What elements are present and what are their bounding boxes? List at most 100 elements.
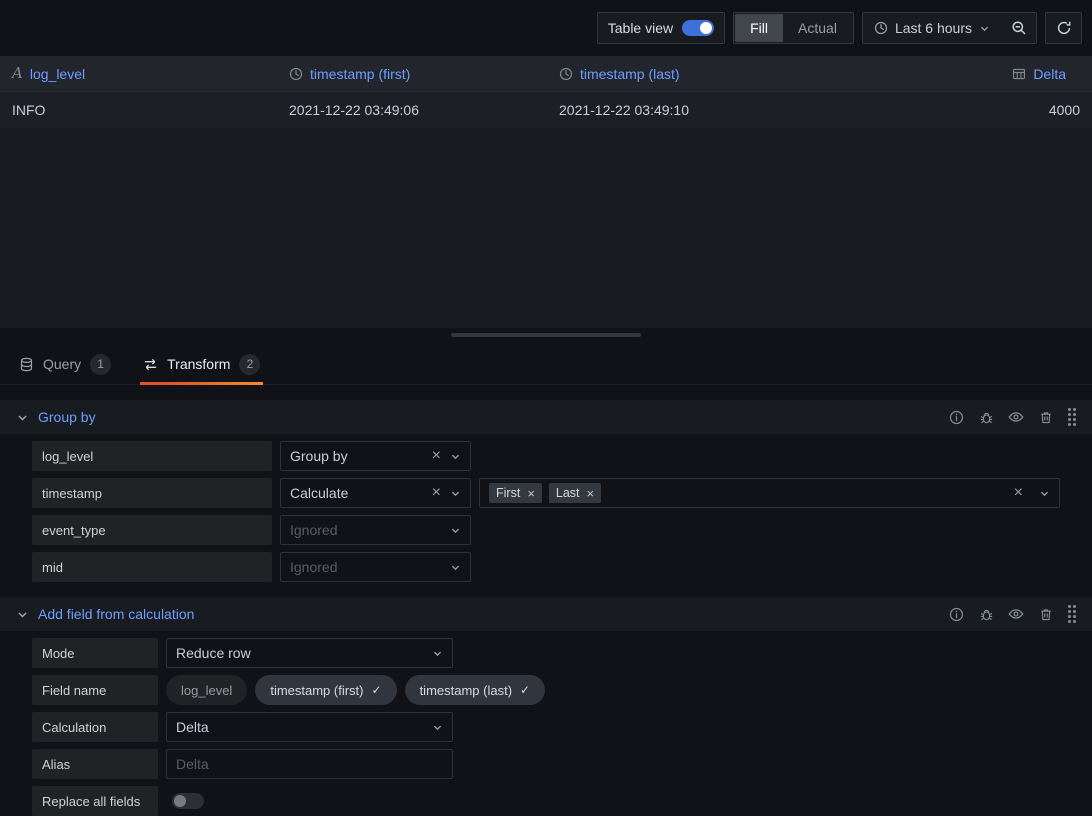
chevron-down-icon [450, 451, 461, 462]
transform-row: timestamp Calculate × First × Last × × [32, 478, 1060, 508]
aggregation-tag-last[interactable]: Last × [548, 483, 602, 503]
column-label: log_level [29, 65, 86, 82]
group-by-select-mid[interactable]: Ignored [280, 552, 471, 582]
select-value: Ignored [290, 522, 338, 538]
pill-label: timestamp (last) [419, 682, 513, 698]
check-icon: ✓ [371, 683, 382, 697]
info-icon[interactable] [948, 606, 964, 622]
pill-timestamp-first[interactable]: timestamp (first) ✓ [255, 675, 397, 705]
column-header-delta[interactable]: Delta [817, 56, 1092, 91]
select-value: Group by [290, 448, 348, 464]
actual-button[interactable]: Actual [783, 14, 852, 42]
remove-tag-icon[interactable]: × [527, 487, 535, 500]
table-view-control[interactable]: Table view [596, 12, 726, 44]
time-controls-group: Last 6 hours [861, 12, 1037, 44]
transform-icon [143, 357, 158, 372]
tab-transform[interactable]: Transform 2 [140, 344, 264, 385]
group-by-select-timestamp[interactable]: Calculate × [280, 478, 471, 508]
chevron-down-icon [1039, 488, 1050, 499]
select-value: Ignored [290, 559, 338, 575]
replace-all-fields-control [166, 786, 204, 816]
calculation-select[interactable]: Delta [166, 712, 453, 742]
select-value: Calculate [290, 485, 349, 501]
table-row: INFO 2021-12-22 03:49:06 2021-12-22 03:4… [0, 92, 1092, 128]
field-label: event_type [32, 515, 272, 545]
refresh-group [1045, 12, 1082, 44]
column-header-timestamp-last[interactable]: timestamp (last) [547, 56, 817, 91]
clear-icon[interactable]: × [1014, 485, 1023, 501]
column-header-log-level[interactable]: A log_level [0, 56, 277, 91]
field-label: timestamp [32, 478, 272, 508]
table-view-label: Table view [607, 20, 674, 36]
editor-tabs: Query 1 Transform 2 [0, 344, 1092, 385]
group-by-header[interactable]: Group by [0, 400, 1092, 434]
remove-tag-icon[interactable]: × [587, 487, 595, 500]
transform-actions [948, 605, 1076, 623]
cell-delta: 4000 [1048, 102, 1080, 118]
column-header-timestamp-first[interactable]: timestamp (first) [277, 56, 547, 91]
panel-resize-handle[interactable] [451, 333, 641, 337]
info-icon[interactable] [948, 409, 964, 425]
chevron-down-icon [450, 525, 461, 536]
table-view-toggle[interactable] [682, 20, 715, 36]
check-icon: ✓ [520, 683, 531, 697]
group-by-select-log-level[interactable]: Group by × [280, 441, 471, 471]
field-label: Calculation [32, 712, 158, 742]
refresh-button[interactable] [1046, 13, 1081, 43]
clock-icon [874, 21, 888, 35]
debug-bug-icon[interactable] [978, 606, 994, 622]
transform-row: log_level Group by × [32, 441, 1060, 471]
transform-row: Replace all fields [32, 786, 1060, 816]
field-label: Replace all fields [32, 786, 158, 816]
pill-log-level[interactable]: log_level [166, 675, 248, 705]
cell-timestamp-last: 2021-12-22 03:49:10 [559, 102, 689, 118]
group-by-select-event-type[interactable]: Ignored [280, 515, 471, 545]
drag-handle-icon[interactable] [1068, 605, 1076, 623]
group-by-rows: log_level Group by × timestamp Calculate… [0, 434, 1092, 582]
transform-row: event_type Ignored [32, 515, 1060, 545]
add-field-rows: Mode Reduce row Field name log_level tim… [0, 631, 1092, 816]
field-label: log_level [32, 441, 272, 471]
time-range-picker[interactable]: Last 6 hours [863, 13, 1001, 43]
column-label: timestamp (first) [310, 65, 411, 82]
drag-handle-icon[interactable] [1068, 408, 1076, 426]
table-grid-icon [1012, 67, 1026, 81]
clock-icon [559, 67, 573, 81]
clear-icon[interactable]: × [432, 485, 441, 501]
debug-bug-icon[interactable] [978, 409, 994, 425]
fill-button[interactable]: Fill [735, 14, 784, 42]
mode-select[interactable]: Reduce row [166, 638, 453, 668]
aggregation-tag-first[interactable]: First × [489, 483, 542, 503]
tag-label: First [496, 486, 521, 500]
eye-icon[interactable] [1008, 606, 1024, 622]
pill-timestamp-last[interactable]: timestamp (last) ✓ [404, 675, 546, 705]
aggregations-multiselect[interactable]: First × Last × × [479, 478, 1060, 508]
trash-icon[interactable] [1038, 606, 1054, 622]
replace-all-fields-toggle[interactable] [172, 793, 204, 809]
transform-title: Add field from calculation [38, 606, 195, 622]
transform-row: Mode Reduce row [32, 638, 1060, 668]
tab-query[interactable]: Query 1 [16, 344, 114, 384]
alias-input[interactable] [166, 749, 453, 779]
add-field-header[interactable]: Add field from calculation [0, 597, 1092, 631]
trash-icon[interactable] [1038, 409, 1054, 425]
transform-actions [948, 408, 1076, 426]
time-range-label: Last 6 hours [894, 20, 972, 36]
column-label: Delta [1033, 65, 1066, 82]
database-icon [19, 357, 34, 372]
transform-row: Calculation Delta [32, 712, 1060, 742]
select-value: Delta [176, 719, 209, 735]
cell-timestamp-first: 2021-12-22 03:49:06 [289, 102, 419, 118]
clear-icon[interactable]: × [432, 448, 441, 464]
field-label: Field name [32, 675, 158, 705]
panel-toolbar: Table view Fill Actual Last 6 hours [0, 0, 1092, 56]
zoom-out-button[interactable] [1001, 13, 1036, 43]
chevron-down-icon [979, 23, 990, 34]
transform-title: Group by [38, 409, 96, 425]
chevron-down-icon [432, 648, 443, 659]
chevron-down-icon [450, 488, 461, 499]
field-label: Alias [32, 749, 158, 779]
pill-label: timestamp (first) [270, 682, 364, 698]
transform-row: Field name log_level timestamp (first) ✓… [32, 675, 1060, 705]
eye-icon[interactable] [1008, 409, 1024, 425]
